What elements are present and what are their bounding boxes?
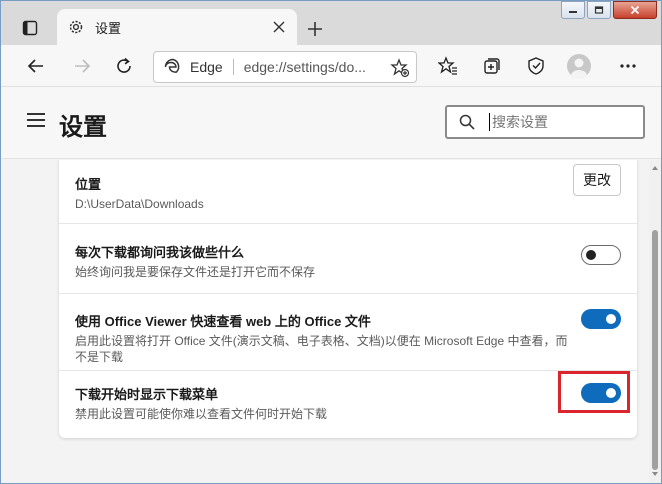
location-title: 位置: [75, 177, 102, 192]
forward-button[interactable]: [67, 51, 97, 81]
gear-icon: [69, 20, 83, 34]
close-icon: [630, 5, 640, 15]
ask-before-download-toggle[interactable]: [581, 245, 621, 265]
settings-more-button[interactable]: [613, 51, 643, 81]
downloads-settings-card: 位置 D:\UserData\Downloads 更改 每次下载都询问我该做些什…: [59, 160, 637, 438]
favorites-list-icon: [438, 56, 457, 75]
minimize-icon: [569, 11, 577, 13]
scroll-down-icon[interactable]: [651, 470, 659, 478]
page-title: 设置: [59, 114, 107, 141]
window-controls: [559, 1, 657, 21]
toggle-knob: [606, 314, 616, 324]
search-icon: [459, 114, 475, 130]
tab-close-button[interactable]: [265, 13, 293, 41]
office-viewer-toggle[interactable]: [581, 309, 621, 329]
maximize-button[interactable]: [587, 1, 611, 19]
text-caret: [489, 113, 490, 131]
show-downloads-menu-desc: 禁用此设置可能使你难以查看文件何时开始下载: [75, 407, 328, 421]
tab-actions-icon: [22, 20, 38, 36]
new-tab-button[interactable]: [301, 15, 329, 43]
window-close-button[interactable]: [613, 1, 657, 19]
settings-content: 位置 D:\UserData\Downloads 更改 每次下载都询问我该做些什…: [1, 160, 649, 483]
person-icon: [571, 58, 587, 78]
collections-button[interactable]: [477, 51, 507, 81]
change-location-button[interactable]: 更改: [573, 164, 621, 196]
office-viewer-title: 使用 Office Viewer 快速查看 web 上的 Office 文件: [75, 314, 371, 329]
ask-before-download-row: 每次下载都询问我该做些什么 始终询问我是要保存文件还是打开它而不保存: [59, 224, 637, 294]
settings-search-box[interactable]: [445, 105, 645, 139]
scroll-thumb[interactable]: [652, 230, 658, 470]
tab-title: 设置: [95, 20, 122, 36]
show-downloads-menu-row: 下载开始时显示下载菜单 禁用此设置可能使你难以查看文件何时开始下载: [59, 371, 637, 438]
location-row: 位置 D:\UserData\Downloads 更改: [59, 160, 637, 224]
browser-window: 设置 Edge edge://settings/do... 设置 搜索设置 位置…: [0, 0, 662, 484]
toggle-knob: [586, 250, 596, 260]
highlight-box: [558, 371, 630, 413]
edge-logo-icon: [164, 58, 180, 73]
minimize-button[interactable]: [561, 1, 585, 19]
refresh-icon: [117, 57, 131, 73]
menu-icon[interactable]: [27, 113, 45, 127]
ask-before-download-title: 每次下载都询问我该做些什么: [75, 245, 245, 260]
vertical-scrollbar[interactable]: [649, 160, 661, 483]
ellipsis-icon: [620, 64, 636, 68]
address-bar[interactable]: Edge edge://settings/do...: [153, 51, 417, 83]
address-divider: [232, 59, 234, 75]
location-path: D:\UserData\Downloads: [75, 197, 204, 211]
url-text: edge://settings/do...: [243, 59, 366, 75]
arrow-right-icon: [75, 59, 91, 73]
site-label: Edge: [190, 59, 223, 75]
collections-icon: [484, 58, 500, 74]
ask-before-download-desc: 始终询问我是要保存文件还是打开它而不保存: [75, 265, 316, 279]
address-toolbar: Edge edge://settings/do...: [1, 45, 661, 87]
show-downloads-menu-title: 下载开始时显示下载菜单: [75, 387, 219, 402]
arrow-left-icon: [27, 59, 43, 73]
settings-header: 设置: [1, 87, 661, 159]
plus-icon: [308, 22, 322, 36]
close-icon: [273, 21, 285, 33]
heart-shield-icon: [528, 57, 544, 75]
office-viewer-row: 使用 Office Viewer 快速查看 web 上的 Office 文件 启…: [59, 294, 637, 371]
scroll-up-icon[interactable]: [651, 164, 659, 172]
back-button[interactable]: [21, 51, 51, 81]
tab-strip: 设置: [1, 1, 661, 45]
restore-icon: [594, 6, 604, 14]
refresh-button[interactable]: [109, 51, 139, 81]
favorites-button[interactable]: [433, 51, 463, 81]
profile-avatar[interactable]: [567, 54, 591, 78]
office-viewer-desc: 启用此设置将打开 Office 文件(演示文稿、电子表格、文档)以便在 Micr…: [75, 334, 568, 364]
tab-actions-button[interactable]: [15, 13, 45, 43]
browser-essentials-button[interactable]: [521, 51, 551, 81]
add-favorite-icon[interactable]: [390, 58, 410, 78]
search-input[interactable]: [492, 114, 632, 130]
tab-settings[interactable]: 设置: [57, 9, 297, 45]
